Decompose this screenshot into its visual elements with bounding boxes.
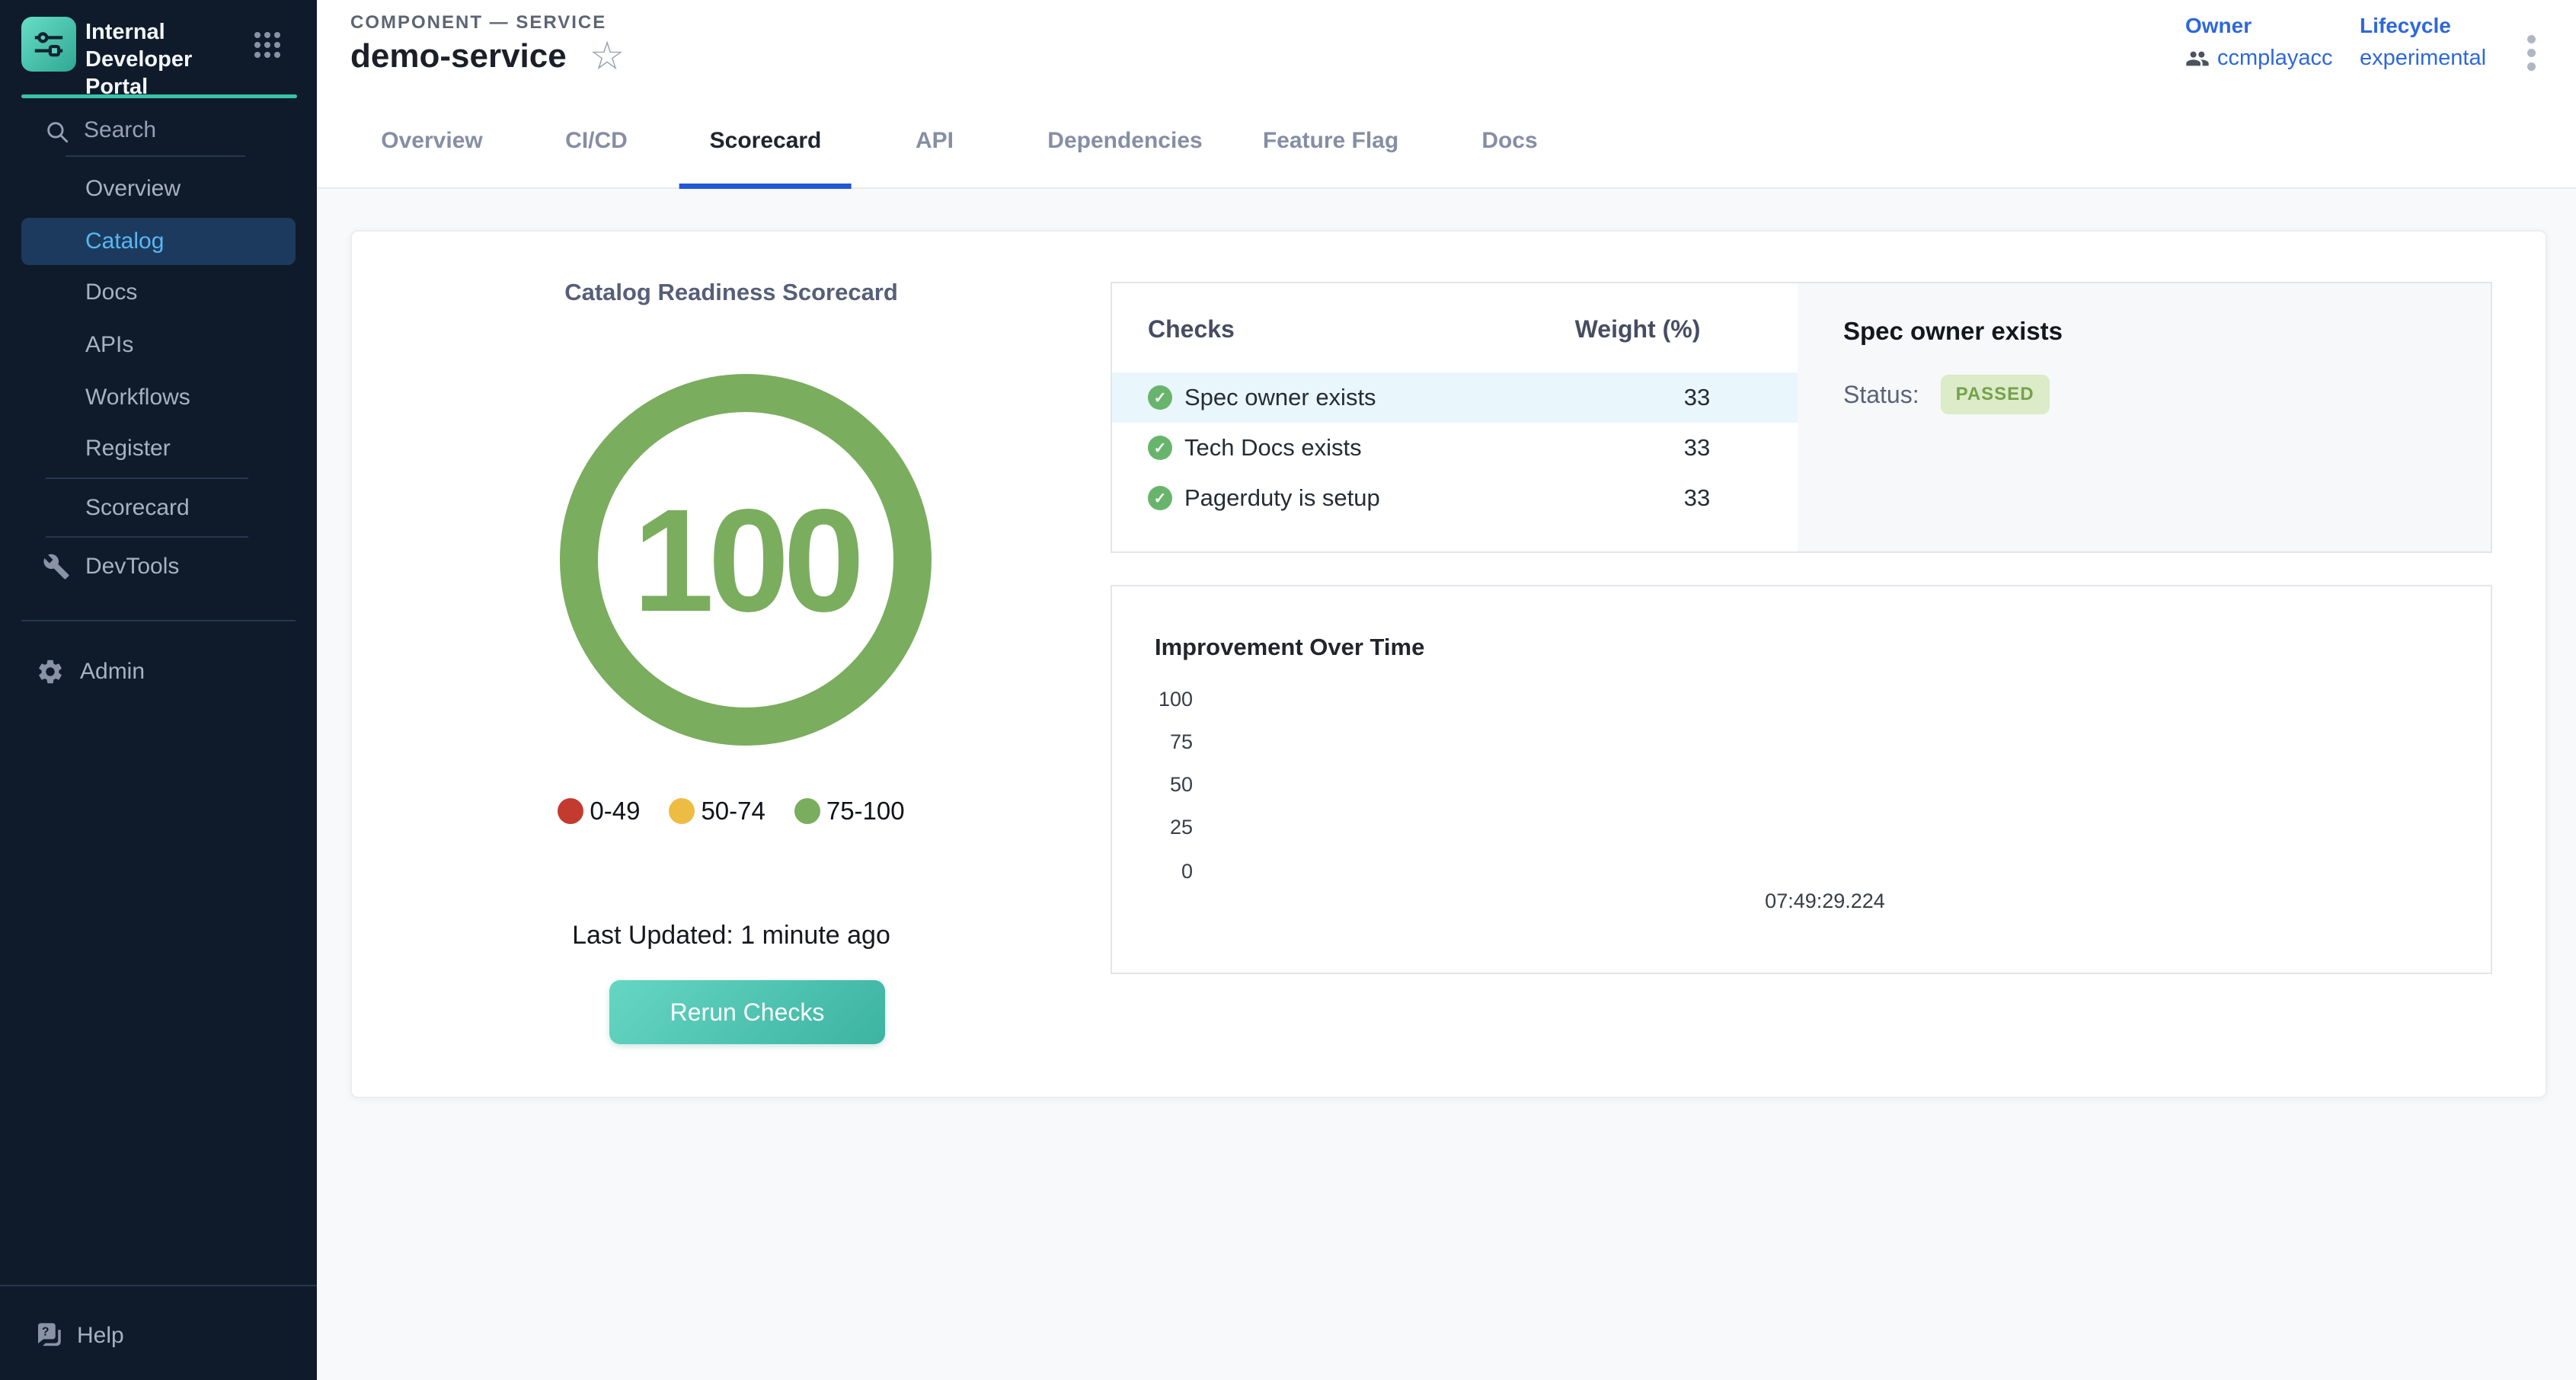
help-chat-icon: ? <box>33 1320 65 1352</box>
y-tick: 75 <box>1127 730 1193 754</box>
check-passed-icon: ✓ <box>1148 486 1172 510</box>
sidebar-item-workflows[interactable]: Workflows <box>0 374 317 421</box>
chart-title: Improvement Over Time <box>1155 634 1424 661</box>
sidebar-item-help[interactable]: ? Help <box>0 1312 350 1359</box>
weight-column-header: Weight (%) <box>1554 315 1721 343</box>
last-updated-text: Last Updated: 1 minute ago <box>352 921 1111 950</box>
gear-icon <box>36 657 65 686</box>
lifecycle-value: experimental <box>2360 46 2486 71</box>
screen: Internal Developer Portal Search Overvie… <box>0 0 2576 1380</box>
score-value: 100 <box>633 476 858 644</box>
star-icon[interactable]: ☆ <box>590 37 625 76</box>
status-badge: PASSED <box>1941 375 2050 414</box>
kebab-menu-icon[interactable] <box>2523 30 2540 75</box>
search-label: Search <box>84 117 156 143</box>
sidebar-search[interactable]: Search <box>0 113 317 149</box>
sidebar-item-devtools[interactable]: DevTools <box>0 543 360 590</box>
sidebar-item-apis[interactable]: APIs <box>0 321 317 369</box>
sidebar: Internal Developer Portal Search Overvie… <box>0 0 317 1380</box>
tab-feature-flag[interactable]: Feature Flag <box>1263 94 1398 187</box>
search-divider <box>66 155 245 157</box>
checks-table: Checks Weight (%) ✓Spec owner exists 33 … <box>1112 283 1798 551</box>
entity-header: COMPONENT — SERVICE demo-service ☆ Owner… <box>317 0 2576 95</box>
owner-label: Owner <box>2185 14 2333 38</box>
legend-dot-yellow <box>669 798 695 824</box>
scorecard-title: Catalog Readiness Scorecard <box>352 279 1111 306</box>
nav-divider <box>46 536 248 538</box>
main-area: COMPONENT — SERVICE demo-service ☆ Owner… <box>317 0 2576 1380</box>
tab-content: Catalog Readiness Scorecard 100 0-49 50-… <box>317 189 2576 1380</box>
legend-item-high: 75-100 <box>794 797 905 826</box>
tab-cicd[interactable]: CI/CD <box>565 94 628 187</box>
sidebar-item-scorecard[interactable]: Scorecard <box>0 484 317 532</box>
lifecycle-label: Lifecycle <box>2360 14 2486 38</box>
check-row-tech-docs[interactable]: ✓Tech Docs exists 33 <box>1112 423 1798 473</box>
sidebar-item-docs[interactable]: Docs <box>0 269 317 316</box>
check-passed-icon: ✓ <box>1148 436 1172 460</box>
legend-item-mid: 50-74 <box>669 797 765 826</box>
nav-divider <box>0 1285 317 1286</box>
sidebar-item-admin[interactable]: Admin <box>0 648 353 695</box>
sidebar-item-register[interactable]: Register <box>0 425 317 472</box>
entity-tabs: Overview CI/CD Scorecard API Dependencie… <box>317 94 2576 189</box>
legend-dot-green <box>794 798 820 824</box>
wrench-icon <box>43 553 70 580</box>
owner-value-link[interactable]: ccmplayacc <box>2217 46 2333 71</box>
legend-item-low: 0-49 <box>558 797 640 826</box>
improvement-chart: Improvement Over Time 100 75 50 25 0 07:… <box>1111 585 2492 974</box>
check-row-spec-owner[interactable]: ✓Spec owner exists 33 <box>1112 372 1798 423</box>
check-detail-title: Spec owner exists <box>1843 317 2063 346</box>
sidebar-item-catalog[interactable]: Catalog <box>21 218 296 265</box>
checks-panel: Checks Weight (%) ✓Spec owner exists 33 … <box>1111 282 2492 553</box>
owner-block: Owner ccmplayacc <box>2185 14 2333 71</box>
tab-docs[interactable]: Docs <box>1481 94 1537 187</box>
score-legend: 0-49 50-74 75-100 <box>352 797 1111 826</box>
app-title: Internal Developer Portal <box>85 18 260 101</box>
nav-divider <box>21 620 296 621</box>
legend-dot-red <box>558 798 583 824</box>
check-row-pagerduty[interactable]: ✓Pagerduty is setup 33 <box>1112 473 1798 523</box>
check-passed-icon: ✓ <box>1148 385 1172 410</box>
y-tick: 50 <box>1127 773 1193 797</box>
status-label: Status: <box>1843 381 1919 409</box>
breadcrumb: COMPONENT — SERVICE <box>350 12 606 34</box>
apps-grid-icon[interactable] <box>254 32 280 58</box>
x-tick: 07:49:29.224 <box>1741 890 1909 913</box>
rerun-checks-button[interactable]: Rerun Checks <box>609 980 885 1044</box>
nav-divider <box>46 478 248 479</box>
tab-dependencies[interactable]: Dependencies <box>1047 94 1202 187</box>
y-tick: 25 <box>1127 816 1193 839</box>
sidebar-item-overview[interactable]: Overview <box>0 165 317 212</box>
check-detail-panel: Spec owner exists Status: PASSED <box>1798 283 2491 551</box>
search-icon <box>44 119 70 145</box>
y-tick: 100 <box>1127 688 1193 711</box>
y-tick: 0 <box>1127 860 1193 883</box>
sidebar-accent-divider <box>21 94 297 98</box>
checks-column-header: Checks <box>1148 315 1235 343</box>
score-gauge: 100 <box>560 374 932 746</box>
scorecard-card: Catalog Readiness Scorecard 100 0-49 50-… <box>350 230 2547 1098</box>
tab-overview[interactable]: Overview <box>381 94 482 187</box>
tab-api[interactable]: API <box>916 94 954 187</box>
group-icon <box>2185 46 2210 71</box>
flow-logo-icon <box>31 27 66 62</box>
page-title: demo-service <box>350 37 567 75</box>
lifecycle-block: Lifecycle experimental <box>2360 14 2486 71</box>
tab-scorecard[interactable]: Scorecard <box>710 94 822 187</box>
app-logo <box>21 17 76 72</box>
svg-text:?: ? <box>42 1325 50 1338</box>
